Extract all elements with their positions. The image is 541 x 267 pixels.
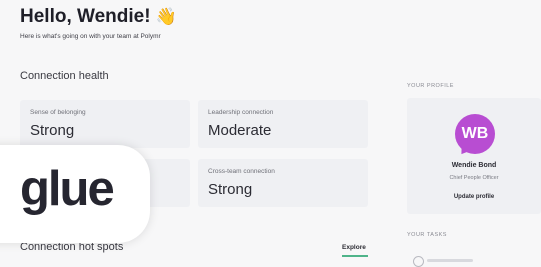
- avatar-initials: WB: [461, 125, 489, 142]
- glue-logo: glue: [20, 162, 115, 216]
- explore-underline: [342, 255, 368, 257]
- greeting-text: Hello, Wendie!: [20, 6, 151, 27]
- cross-team-value: Strong: [208, 181, 253, 198]
- leadership-card[interactable]: Leadership connection Moderate: [198, 100, 368, 148]
- profile-role: Chief People Officer: [449, 175, 499, 181]
- profile-name: Wendie Bond: [451, 162, 497, 169]
- cross-team-label: Cross-team connection: [208, 168, 275, 175]
- cross-team-card[interactable]: Cross-team connection Strong: [198, 159, 368, 207]
- glue-logo-badge: glue: [0, 145, 150, 243]
- belonging-value: Strong: [30, 122, 75, 139]
- leadership-label: Leadership connection: [208, 109, 274, 116]
- avatar[interactable]: WB: [455, 114, 495, 154]
- your-tasks-heading: YOUR TASKS: [407, 232, 447, 238]
- leadership-value: Moderate: [208, 122, 272, 139]
- profile-card: WB Wendie Bond Chief People Officer Upda…: [407, 98, 541, 214]
- belonging-label: Sense of belonging: [30, 109, 86, 116]
- belonging-card[interactable]: Sense of belonging Strong: [20, 100, 190, 148]
- connection-health-title: Connection health: [20, 70, 109, 82]
- task-item[interactable]: [413, 256, 483, 267]
- waving-hand-icon: 👋: [155, 7, 178, 26]
- explore-link[interactable]: Explore: [342, 244, 366, 251]
- update-profile-button[interactable]: Update profile: [407, 194, 541, 200]
- your-profile-heading: YOUR PROFILE: [407, 83, 454, 89]
- task-checkbox-icon[interactable]: [413, 256, 424, 267]
- page-subtitle: Here is what's going on with your team a…: [20, 33, 161, 40]
- greeting-heading: Hello, Wendie! 👋: [20, 6, 177, 28]
